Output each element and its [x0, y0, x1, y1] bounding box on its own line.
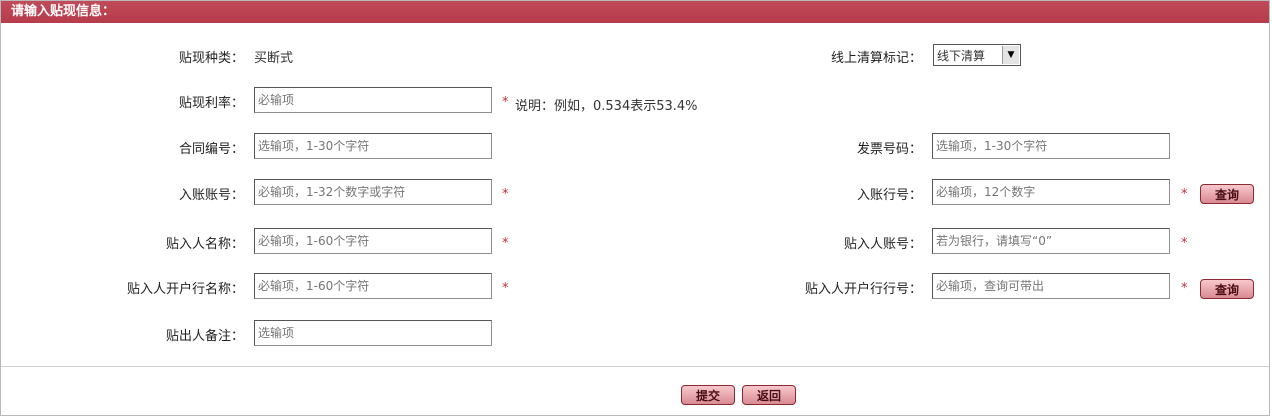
required-mark: *	[1181, 236, 1188, 251]
settlement-flag-select[interactable]: 线下清算 ▼	[933, 44, 1021, 66]
discount-rate-note: 说明：例如，0.534表示53.4%	[515, 99, 698, 114]
inbound-account-input[interactable]	[254, 179, 492, 205]
inbound-bank-input[interactable]	[932, 179, 1170, 205]
required-mark: *	[1181, 281, 1188, 296]
inbound-bank-label: 入账行号：	[856, 188, 922, 203]
recipient-name-label: 贴入人名称：	[165, 237, 244, 252]
recipient-account-label: 贴入人账号：	[843, 237, 922, 252]
required-mark: *	[502, 95, 509, 110]
settlement-flag-selected: 线下清算	[937, 49, 986, 63]
contract-no-label: 合同编号：	[178, 142, 244, 157]
required-mark: *	[502, 281, 509, 296]
panel-title: 请输入贴现信息：	[1, 1, 1269, 23]
inbound-account-label: 入账账号：	[178, 188, 244, 203]
submit-button[interactable]: 提交	[681, 385, 735, 405]
recipient-account-input[interactable]	[932, 228, 1170, 254]
required-mark: *	[502, 187, 509, 202]
required-mark: *	[502, 236, 509, 251]
back-button[interactable]: 返回	[742, 385, 796, 405]
settlement-flag-label: 线上清算标记：	[830, 51, 922, 66]
discount-form-panel: 请输入贴现信息： 贴现种类： 买断式 线上清算标记： 线下清算 ▼ 贴现利率： …	[0, 0, 1270, 416]
recipient-bank-no-label: 贴入人开户行行号：	[804, 282, 922, 297]
invoice-no-label: 发票号码：	[856, 142, 922, 157]
contract-no-input[interactable]	[254, 133, 492, 159]
discount-type-label: 贴现种类：	[178, 51, 244, 66]
chevron-down-icon[interactable]: ▼	[1002, 46, 1019, 64]
inbound-bank-query-button[interactable]: 查询	[1200, 184, 1254, 204]
recipient-bank-no-input[interactable]	[932, 273, 1170, 299]
discount-rate-input[interactable]	[254, 87, 492, 113]
discount-rate-label: 贴现利率：	[178, 96, 244, 111]
recipient-bank-query-button[interactable]: 查询	[1200, 279, 1254, 299]
invoice-no-input[interactable]	[932, 133, 1170, 159]
recipient-bank-name-input[interactable]	[254, 273, 492, 299]
payer-remark-input[interactable]	[254, 320, 492, 346]
footer-divider	[1, 366, 1269, 367]
recipient-bank-name-label: 贴入人开户行名称：	[126, 282, 244, 297]
recipient-name-input[interactable]	[254, 228, 492, 254]
discount-type-value: 买断式	[254, 51, 294, 66]
required-mark: *	[1181, 187, 1188, 202]
payer-remark-label: 贴出人备注：	[165, 329, 244, 344]
